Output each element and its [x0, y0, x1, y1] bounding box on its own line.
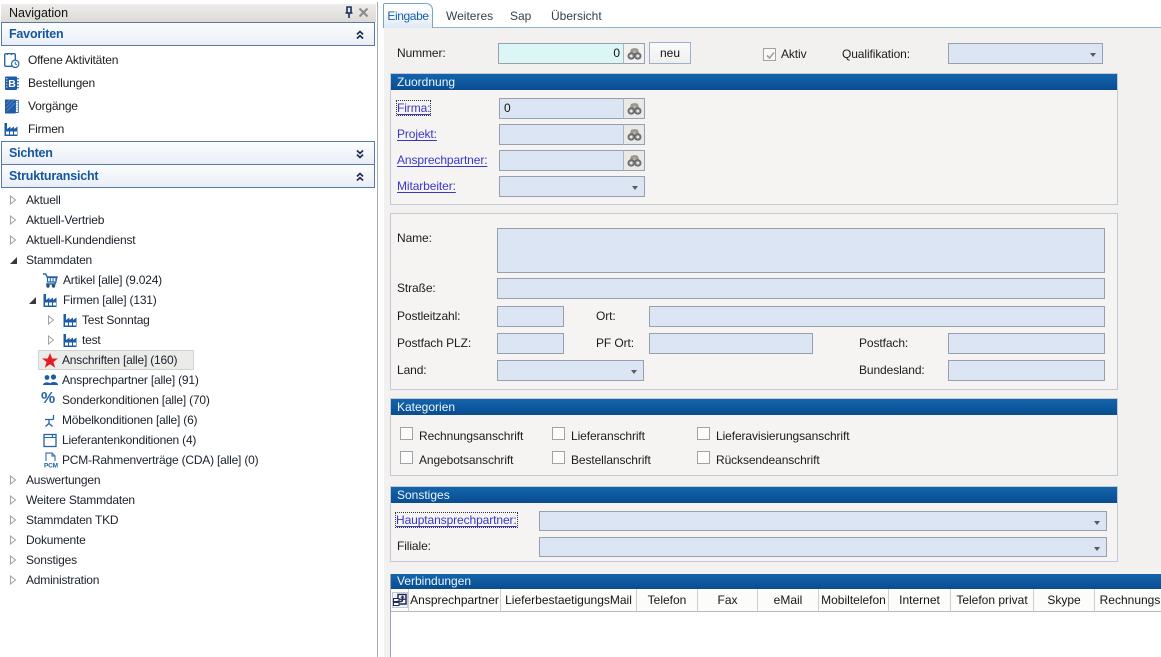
svg-text:PCM: PCM	[44, 463, 58, 470]
svg-text:B: B	[8, 78, 16, 90]
